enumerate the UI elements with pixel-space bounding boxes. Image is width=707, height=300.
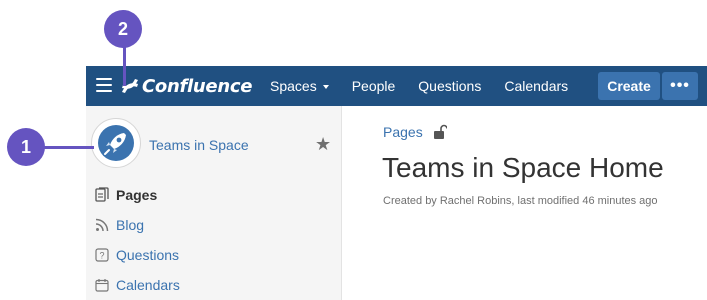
sidebar-item-calendars[interactable]: Calendars [94, 277, 180, 293]
nav-spaces[interactable]: Spaces [270, 78, 329, 94]
sidebar-item-blog-label: Blog [116, 217, 145, 233]
sidebar-item-pages[interactable]: Pages [94, 187, 157, 203]
nav-people[interactable]: People [352, 78, 396, 94]
space-name-link[interactable]: Teams in Space [149, 137, 249, 153]
space-sidebar: Teams in Space ★ Pages Blog ? Questions … [86, 106, 342, 300]
breadcrumb-pages-link[interactable]: Pages [383, 124, 423, 140]
sidebar-item-blog[interactable]: Blog [94, 217, 144, 233]
callout-2-connector [123, 46, 126, 86]
page-content: Pages Teams in Space Home Created by Rac… [343, 106, 707, 300]
rocket-icon [98, 125, 134, 161]
pages-icon [94, 187, 110, 203]
menu-icon[interactable] [96, 78, 112, 92]
nav-questions[interactable]: Questions [418, 78, 481, 94]
chevron-down-icon [322, 85, 329, 89]
nav-spaces-label: Spaces [270, 78, 317, 94]
svg-text:?: ? [99, 251, 104, 261]
create-button[interactable]: Create [598, 72, 660, 100]
callout-1-connector [42, 146, 94, 149]
screenshot: Confluence Spaces People Questions Calen… [0, 0, 707, 300]
callout-2-badge: 2 [104, 10, 142, 48]
star-icon[interactable]: ★ [315, 134, 331, 155]
confluence-logo[interactable]: Confluence [120, 72, 252, 100]
app-name: Confluence [142, 75, 253, 97]
calendar-icon [94, 277, 110, 293]
sidebar-item-calendars-label: Calendars [116, 277, 180, 293]
main-nav: Spaces People Questions Calendars [270, 66, 591, 106]
unlock-icon[interactable] [433, 124, 447, 140]
more-options-button[interactable]: ••• [662, 72, 698, 100]
page-title: Teams in Space Home [382, 152, 664, 183]
sidebar-item-questions[interactable]: ? Questions [94, 247, 179, 263]
question-icon: ? [94, 247, 110, 263]
callout-1-badge: 1 [7, 128, 45, 166]
nav-calendars[interactable]: Calendars [504, 78, 568, 94]
sidebar-item-pages-label: Pages [116, 187, 158, 203]
header-bar: Confluence Spaces People Questions Calen… [86, 66, 707, 106]
page-byline: Created by Rachel Robins, last modified … [383, 195, 658, 207]
rss-icon [94, 217, 110, 233]
sidebar-item-questions-label: Questions [116, 247, 180, 263]
breadcrumb: Pages [383, 124, 447, 140]
space-avatar[interactable] [91, 118, 141, 168]
